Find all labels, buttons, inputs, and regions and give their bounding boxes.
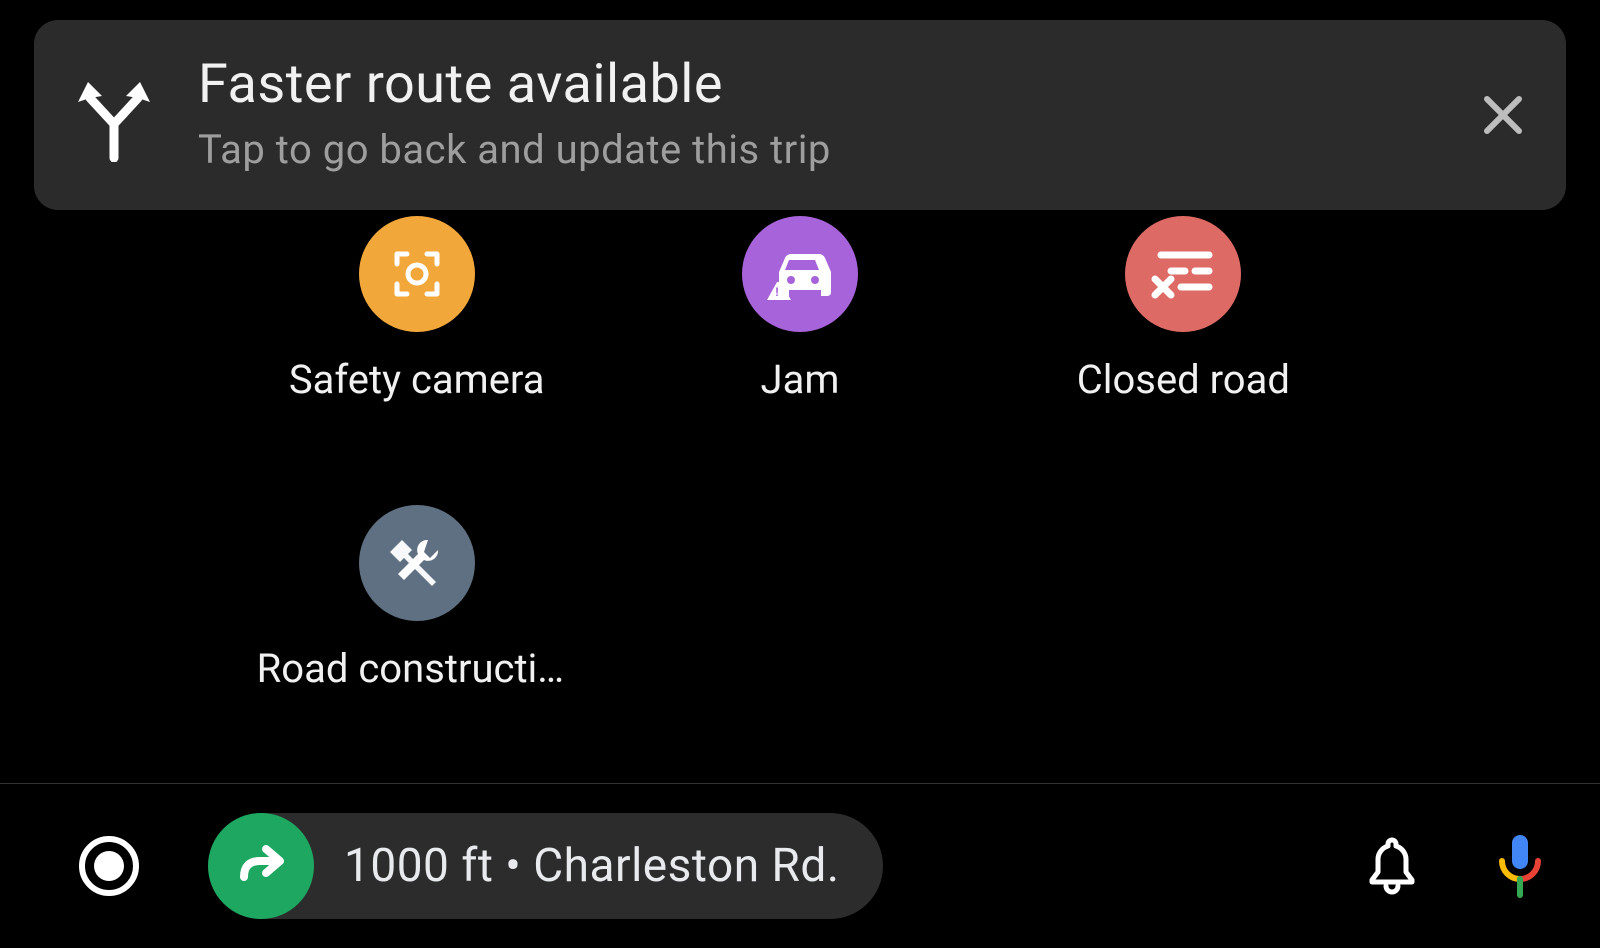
safety-camera-icon <box>359 216 475 332</box>
report-grid: Safety camera ! Jam <box>225 210 1375 788</box>
closed-road-icon <box>1125 216 1241 332</box>
notification-text: Faster route available Tap to go back an… <box>198 57 1468 173</box>
notification-subtitle: Tap to go back and update this trip <box>198 126 1468 173</box>
notification-title: Faster route available <box>198 57 1468 114</box>
grid-empty <box>992 499 1375 788</box>
report-label: Jam <box>761 356 840 403</box>
faster-route-notification[interactable]: Faster route available Tap to go back an… <box>34 20 1566 210</box>
launcher-icon <box>78 835 140 897</box>
route-split-icon <box>70 68 158 162</box>
report-label: Road construction <box>257 645 577 692</box>
bottom-bar: 1000 ft • Charleston Rd. <box>0 784 1600 948</box>
navigation-text: 1000 ft • Charleston Rd. <box>344 839 839 893</box>
report-label: Closed road <box>1077 356 1290 403</box>
svg-text:!: ! <box>775 285 778 299</box>
google-mic-icon <box>1496 833 1544 899</box>
close-icon <box>1479 91 1527 139</box>
navigation-pill[interactable]: 1000 ft • Charleston Rd. <box>208 813 883 919</box>
report-closed-road[interactable]: Closed road <box>992 210 1375 499</box>
notifications-button[interactable] <box>1352 826 1432 906</box>
turn-right-icon <box>208 813 314 919</box>
report-jam[interactable]: ! Jam <box>608 210 991 499</box>
report-road-construction[interactable]: Road construction <box>225 499 608 788</box>
report-label: Safety camera <box>289 356 545 403</box>
launcher-button[interactable] <box>70 827 148 905</box>
close-button[interactable] <box>1468 80 1538 150</box>
bell-icon <box>1366 836 1418 896</box>
road-construction-icon <box>359 505 475 621</box>
report-safety-camera[interactable]: Safety camera <box>225 210 608 499</box>
grid-empty <box>608 499 991 788</box>
jam-icon: ! <box>742 216 858 332</box>
voice-assistant-button[interactable] <box>1480 826 1560 906</box>
